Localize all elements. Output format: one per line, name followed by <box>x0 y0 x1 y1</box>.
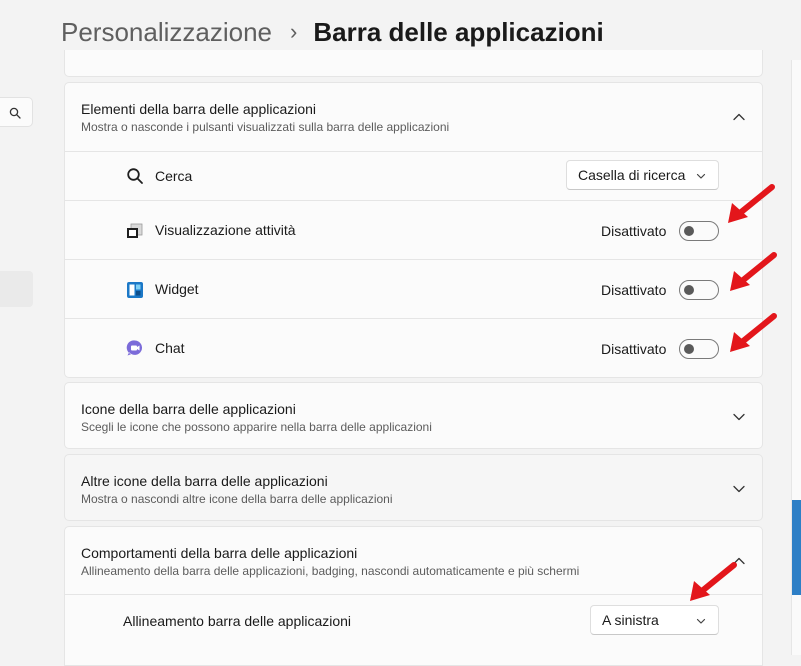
annotation-arrow-icon <box>690 562 737 601</box>
toggle-state-label: Disattivato <box>601 341 667 357</box>
chevron-down-icon <box>696 618 706 624</box>
task-view-toggle[interactable] <box>679 221 719 241</box>
task-view-icon <box>127 223 143 238</box>
section-subtitle: Scegli le icone che possono apparire nel… <box>81 420 432 434</box>
breadcrumb-separator: › <box>290 19 298 44</box>
row-label: Widget <box>155 281 199 297</box>
toggle-knob <box>684 344 694 354</box>
section-subtitle: Mostra o nascondi altre icone della barr… <box>81 492 393 506</box>
toggle-knob <box>684 226 694 236</box>
search-icon <box>127 168 143 184</box>
row-label: Chat <box>155 340 185 356</box>
section-title: Icone della barra delle applicazioni <box>81 401 296 417</box>
setting-row-chat: Chat Disattivato <box>65 318 762 378</box>
section-subtitle: Mostra o nasconde i pulsanti visualizzat… <box>81 120 450 134</box>
breadcrumb: Personalizzazione › Barra delle applicaz… <box>61 14 604 50</box>
behaviors-card: Comportamenti della barra delle applicaz… <box>64 526 763 666</box>
behaviors-header[interactable]: Comportamenti della barra delle applicaz… <box>65 527 762 594</box>
chevron-down-icon <box>696 173 706 179</box>
annotation-arrow-icon <box>730 313 777 352</box>
annotation-arrow-icon <box>730 252 777 291</box>
setting-row-widgets: Widget Disattivato <box>65 259 762 319</box>
background-window-edge <box>791 60 801 655</box>
taskbar-icons-card[interactable]: Icone della barra delle applicazioni Sce… <box>64 382 763 449</box>
taskbar-items-card: Elementi della barra delle applicazioni … <box>64 82 763 378</box>
chevron-down-icon[interactable] <box>732 410 746 424</box>
dropdown-value: A sinistra <box>602 612 659 628</box>
setting-row-search: Cerca Casella di ricerca <box>65 151 762 201</box>
dropdown-value: Casella di ricerca <box>578 167 686 183</box>
alignment-dropdown[interactable]: A sinistra <box>590 605 719 635</box>
annotation-arrow-icon <box>728 184 775 223</box>
row-label: Allineamento barra delle applicazioni <box>123 613 352 629</box>
row-label: Cerca <box>155 168 193 184</box>
chevron-up-icon[interactable] <box>732 110 746 124</box>
chevron-down-icon[interactable] <box>732 482 746 496</box>
section-title: Comportamenti della barra delle applicaz… <box>81 545 358 561</box>
nav-selected-item[interactable] <box>0 271 33 307</box>
chat-toggle[interactable] <box>679 339 719 359</box>
background-window-accent <box>792 500 801 595</box>
page-title: Barra delle applicazioni <box>313 16 604 47</box>
nav-search-box[interactable] <box>0 97 33 127</box>
toggle-state-label: Disattivato <box>601 223 667 239</box>
search-icon <box>9 107 21 119</box>
widgets-toggle[interactable] <box>679 280 719 300</box>
setting-row-alignment: Allineamento barra delle applicazioni A … <box>65 594 762 648</box>
previous-card <box>64 50 763 77</box>
other-icons-card[interactable]: Altre icone della barra delle applicazio… <box>64 454 763 521</box>
section-subtitle: Allineamento della barra delle applicazi… <box>81 564 580 578</box>
section-title: Altre icone della barra delle applicazio… <box>81 473 328 489</box>
breadcrumb-parent[interactable]: Personalizzazione <box>61 17 272 48</box>
chat-icon <box>126 340 143 356</box>
search-mode-dropdown[interactable]: Casella di ricerca <box>566 160 719 190</box>
toggle-state-label: Disattivato <box>601 282 667 298</box>
toggle-knob <box>684 285 694 295</box>
taskbar-items-header[interactable]: Elementi della barra delle applicazioni … <box>65 83 762 151</box>
setting-row-task-view: Visualizzazione attività Disattivato <box>65 200 762 260</box>
row-label: Visualizzazione attività <box>155 222 296 238</box>
widgets-icon <box>127 282 143 298</box>
section-title: Elementi della barra delle applicazioni <box>81 101 317 117</box>
